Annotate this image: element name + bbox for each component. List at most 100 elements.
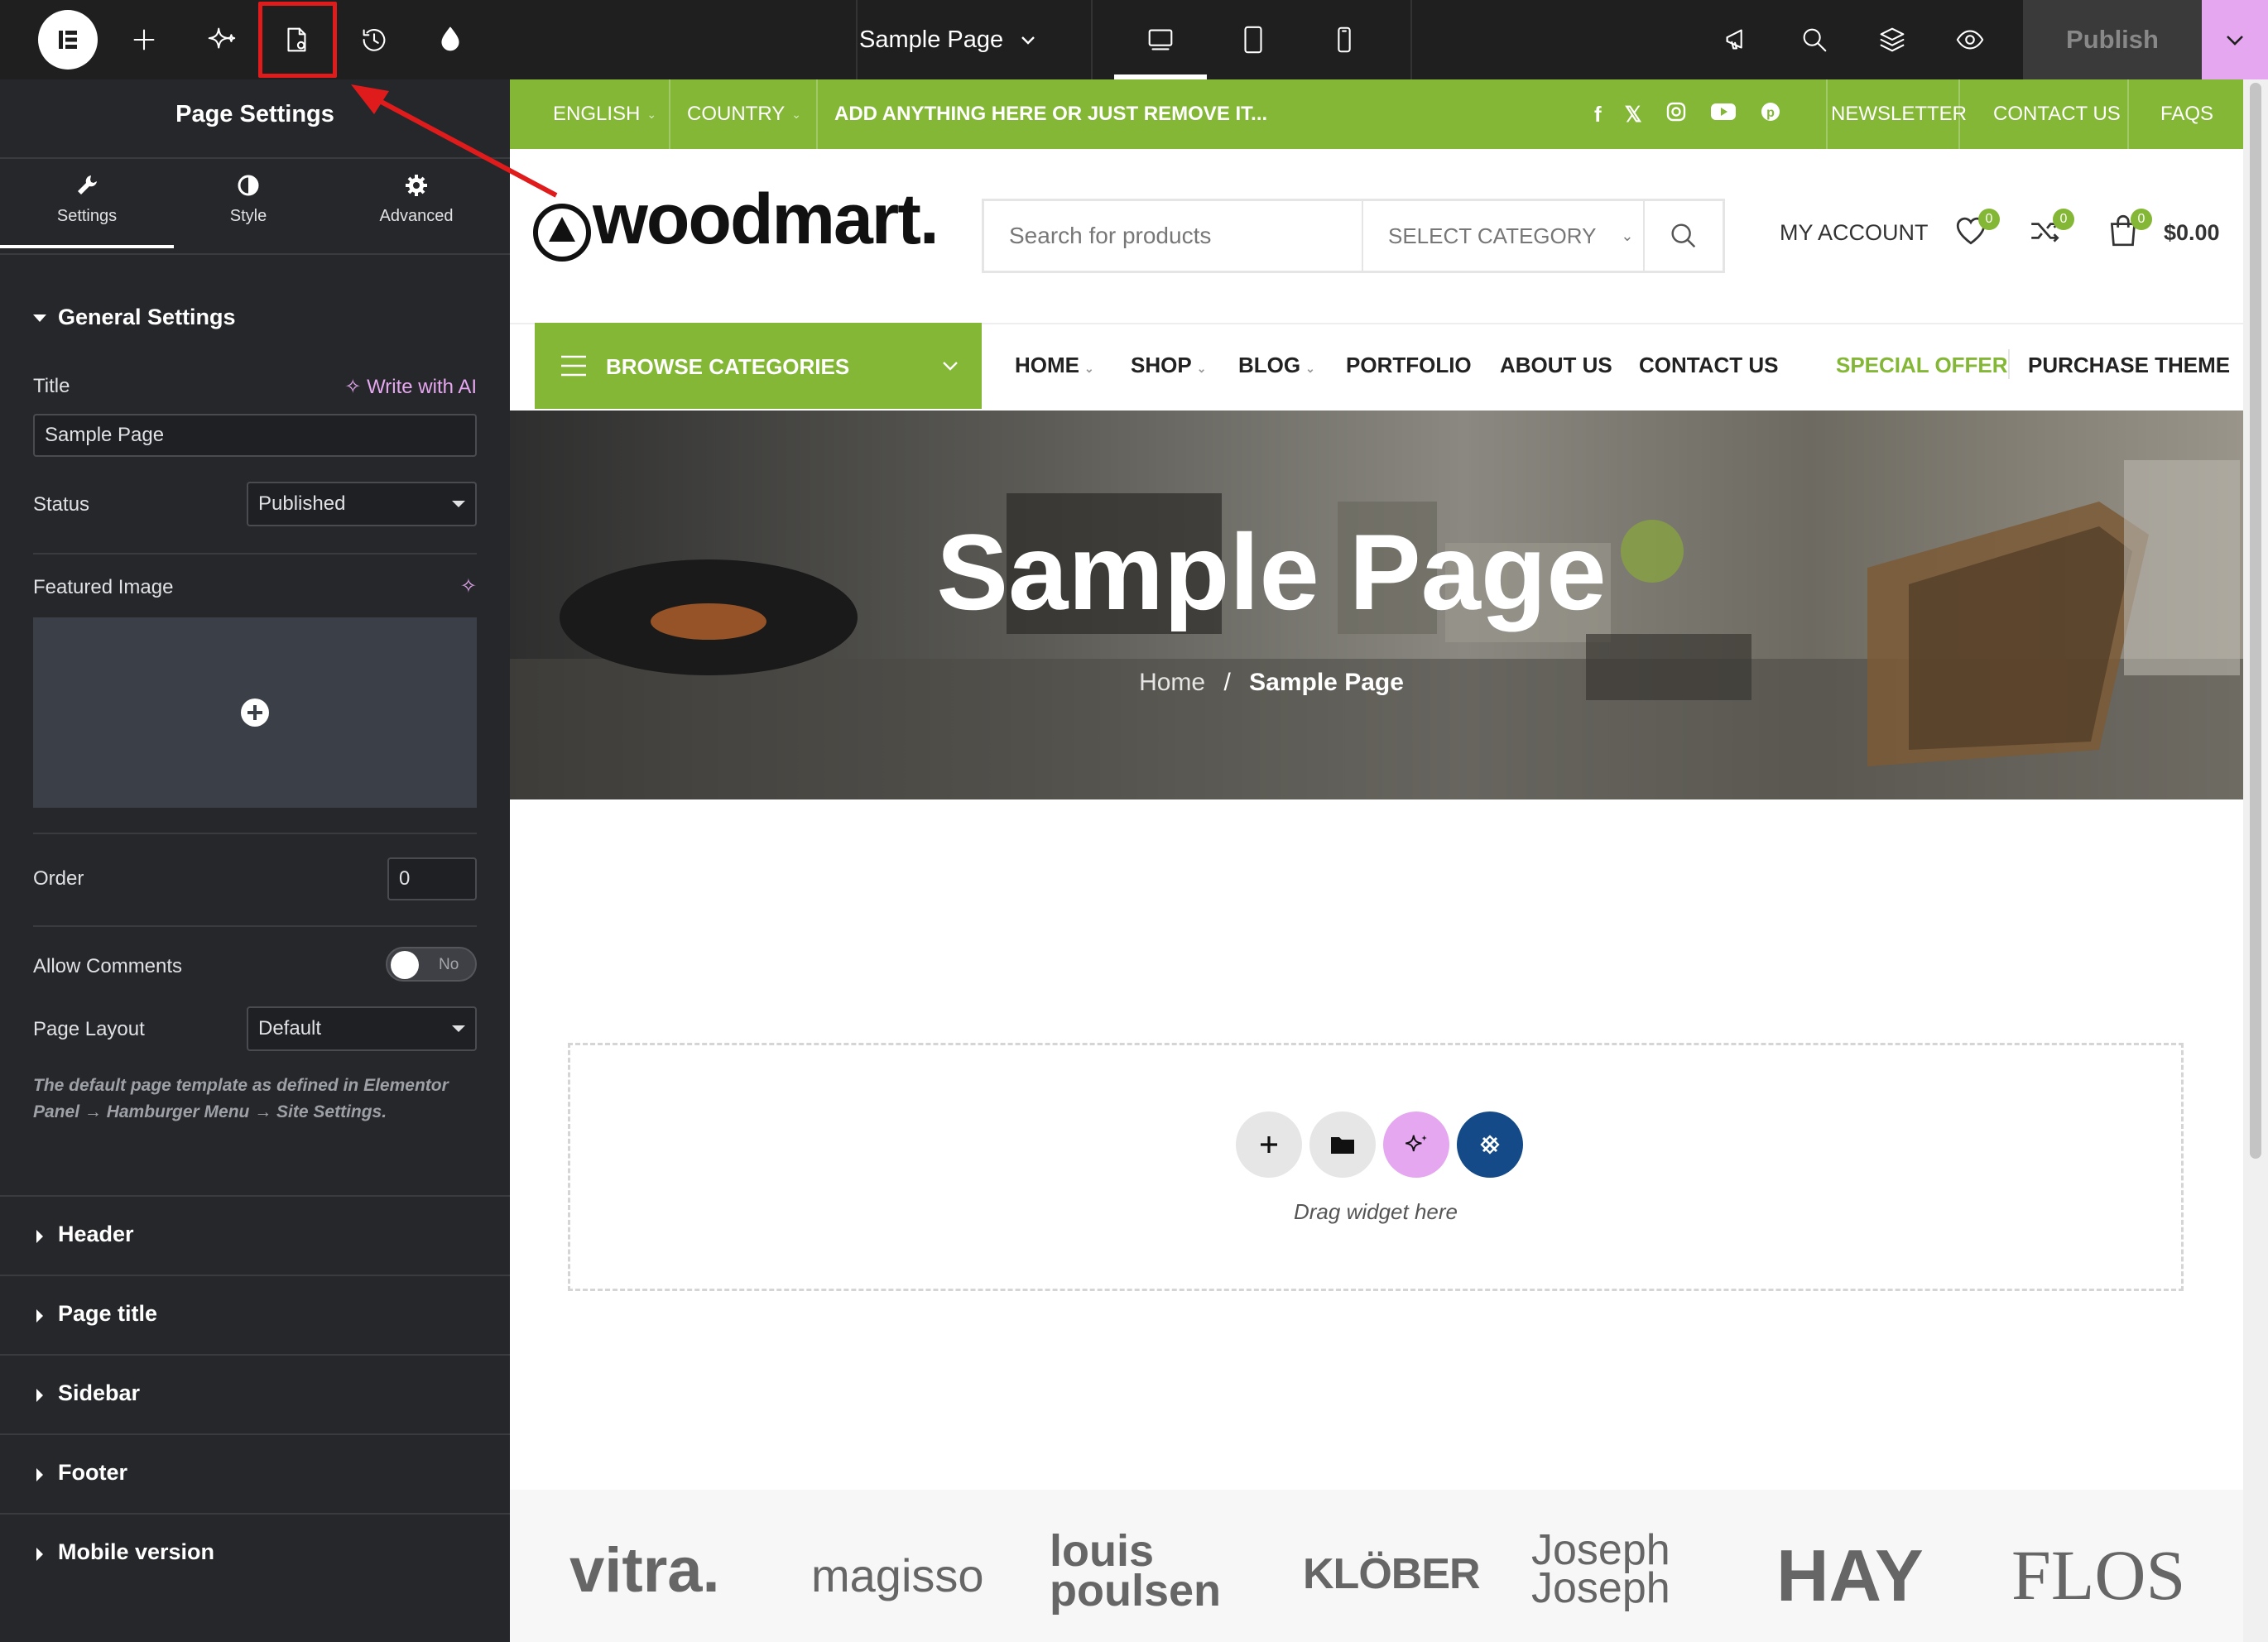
ai-sparkle-icon[interactable] — [192, 10, 252, 70]
section-footer[interactable]: Footer — [0, 1433, 510, 1513]
scrollbar-thumb[interactable] — [2250, 83, 2261, 1159]
brand-logo[interactable]: vitra. — [569, 1539, 720, 1602]
separator — [1410, 0, 1412, 79]
x-twitter-icon[interactable]: 𝕏 — [1625, 102, 1642, 127]
site-logo[interactable]: woodmart. — [593, 179, 939, 261]
add-template-button[interactable] — [1309, 1111, 1376, 1178]
featured-image-picker[interactable] — [33, 617, 477, 808]
tab-label: Settings — [56, 207, 118, 225]
site-topbar: ENGLISH ⌄ COUNTRY ⌄ ADD ANYTHING HERE OR J… — [510, 79, 2243, 149]
write-with-ai-button[interactable]: ✧ Write with AI — [344, 375, 477, 399]
breadcrumb-home[interactable]: Home — [1139, 669, 1205, 696]
pinterest-icon[interactable]: p — [1760, 101, 1781, 128]
section-mobile-version[interactable]: Mobile version — [0, 1513, 510, 1592]
desktop-icon[interactable] — [1131, 10, 1190, 70]
nav-purchase-theme[interactable]: PURCHASE THEME — [2028, 353, 2230, 378]
nav-shop[interactable]: SHOP ⌄ — [1131, 353, 1206, 378]
faqs-link[interactable]: FAQS — [2160, 79, 2213, 149]
section-header[interactable]: Header — [0, 1195, 510, 1275]
newsletter-link[interactable]: NEWSLETTER — [1831, 79, 1967, 149]
breadcrumb: Home / Sample Page — [510, 669, 2033, 697]
brand-logo[interactable]: KLÖBER — [1303, 1553, 1481, 1596]
search-button[interactable] — [1643, 201, 1723, 271]
site-settings-icon[interactable] — [420, 10, 480, 70]
nav-blog[interactable]: BLOG ⌄ — [1238, 353, 1315, 378]
drag-widget-text: Drag widget here — [1294, 1199, 1458, 1224]
add-element-icon[interactable] — [114, 10, 174, 70]
nav-portfolio[interactable]: PORTFOLIO — [1346, 353, 1472, 378]
brand-logo[interactable]: HAY — [1776, 1539, 1924, 1612]
chevron-down-icon: ⌄ — [646, 107, 657, 121]
caret-down-icon — [452, 501, 465, 507]
browse-categories-button[interactable]: BROWSE CATEGORIES — [535, 323, 982, 409]
brand-logo[interactable]: louis poulsen — [1050, 1529, 1232, 1613]
tab-label: Style — [229, 207, 267, 225]
section-sidebar[interactable]: Sidebar — [0, 1354, 510, 1433]
widget-drop-zone[interactable]: Drag widget here — [568, 1043, 2184, 1291]
featured-image-label: Featured Image — [33, 576, 174, 598]
section-page-title[interactable]: Page title — [0, 1275, 510, 1354]
nav-home[interactable]: HOME ⌄ — [1015, 353, 1094, 378]
country-switcher[interactable]: COUNTRY ⌄ — [687, 79, 801, 149]
publish-options-button[interactable] — [2202, 0, 2268, 79]
write-ai-label: Write with AI — [367, 376, 477, 398]
caret-right-icon — [36, 1548, 43, 1561]
wishlist-button[interactable]: 0 — [1953, 209, 2000, 252]
language-switcher[interactable]: ENGLISH ⌄ — [553, 79, 656, 149]
nav-contact-us[interactable]: CONTACT US — [1639, 353, 1779, 378]
title-input[interactable]: Sample Page — [33, 414, 477, 457]
search-input[interactable]: Search for products — [984, 201, 1362, 271]
publish-button[interactable]: Publish — [2023, 0, 2202, 79]
history-icon[interactable] — [344, 10, 404, 70]
hamburger-icon — [561, 355, 586, 377]
facebook-icon[interactable]: f — [1594, 102, 1602, 127]
status-select[interactable]: Published — [247, 482, 477, 526]
allow-comments-toggle[interactable]: No — [386, 947, 477, 982]
compare-button[interactable]: 0 — [2028, 209, 2074, 252]
separator — [1091, 0, 1093, 79]
tab-settings[interactable]: Settings — [4, 172, 170, 226]
cart-button[interactable]: 0 — [2106, 209, 2152, 252]
tab-advanced[interactable]: Advanced — [334, 172, 499, 226]
preview-eye-icon[interactable] — [1940, 10, 2000, 70]
brand-logo[interactable]: FLOS — [2011, 1539, 2185, 1611]
ai-sparkle-icon[interactable]: ✧ — [460, 574, 477, 598]
youtube-icon[interactable] — [1710, 102, 1737, 127]
brand-logo[interactable]: magisso — [811, 1553, 984, 1599]
select-category-dropdown[interactable]: SELECT CATEGORY ⌄ — [1362, 201, 1643, 271]
search-icon[interactable] — [1785, 10, 1844, 70]
divider — [0, 157, 510, 159]
brands-strip: vitra. magisso louis poulsen KLÖBER Jose… — [510, 1490, 2243, 1642]
separator — [816, 79, 818, 149]
nav-about-us[interactable]: ABOUT US — [1500, 353, 1612, 378]
page-layout-hint: The default page template as defined in … — [33, 1076, 449, 1121]
elementor-logo-icon[interactable] — [38, 10, 98, 70]
plus-icon — [1261, 1136, 1277, 1153]
editor-topbar: Sample Page Publish — [0, 0, 2268, 79]
add-section-button[interactable] — [1236, 1111, 1302, 1178]
nav-special-offer[interactable]: SPECIAL OFFER — [1836, 353, 2008, 378]
woodmart-layouts-button[interactable] — [1457, 1111, 1523, 1178]
my-account-link[interactable]: MY ACCOUNT — [1780, 220, 1929, 246]
order-input[interactable]: 0 — [387, 857, 477, 900]
ai-generate-button[interactable] — [1383, 1111, 1449, 1178]
active-tab-indicator — [0, 245, 174, 248]
general-settings-header[interactable]: General Settings — [33, 305, 236, 330]
tablet-icon[interactable] — [1223, 10, 1283, 70]
contact-us-link[interactable]: CONTACT US — [1993, 79, 2121, 149]
page-selector[interactable]: Sample Page — [859, 0, 1038, 79]
brand-logo[interactable]: Joseph Joseph — [1531, 1529, 1713, 1610]
structure-layers-icon[interactable] — [1862, 10, 1922, 70]
compare-count-badge: 0 — [2053, 209, 2074, 230]
section-label: Page title — [58, 1301, 158, 1326]
wrench-icon — [78, 175, 97, 194]
tab-style[interactable]: Style — [166, 172, 331, 226]
logo-mark-icon — [533, 204, 591, 262]
page-layout-select[interactable]: Default — [247, 1006, 477, 1051]
separator — [2008, 349, 2010, 379]
page-settings-panel: Page Settings Settings Style Advanced Ge… — [0, 79, 510, 1642]
section-label: Footer — [58, 1460, 127, 1485]
instagram-icon[interactable] — [1665, 101, 1687, 128]
mobile-icon[interactable] — [1314, 10, 1374, 70]
notes-icon[interactable] — [1707, 10, 1766, 70]
